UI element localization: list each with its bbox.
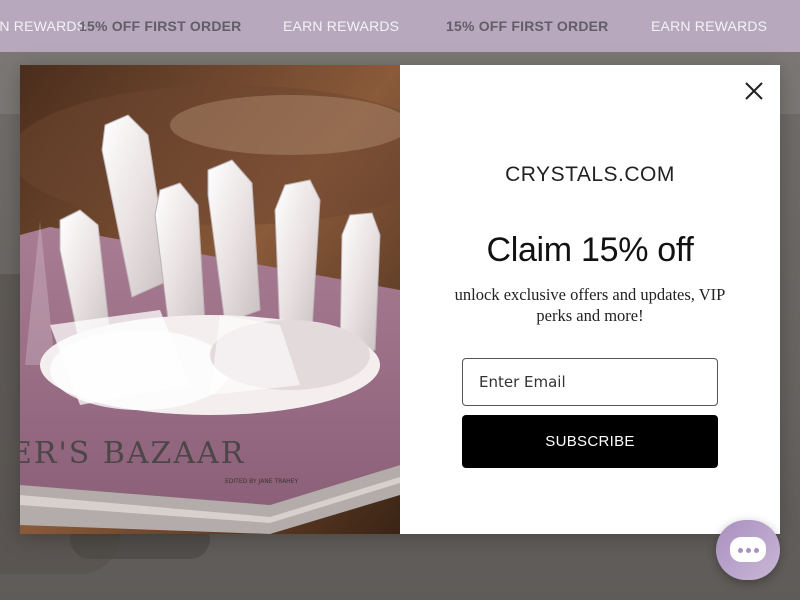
close-icon [745, 82, 763, 100]
offer-subtext: unlock exclusive offers and updates, VIP… [454, 285, 726, 325]
announcement-bar: EARN REWARDS 15% OFF FIRST ORDER EARN RE… [0, 0, 800, 52]
book-subtitle-text: EDITED BY JANE TRAHEY [225, 478, 298, 485]
brand-logo: CRYSTALS.COM [505, 163, 675, 186]
book-title-text: ER'S BAZAAR [20, 436, 245, 471]
signup-modal: ER'S BAZAAR EDITED BY JANE TRAHEY CRYSTA… [20, 65, 780, 534]
chat-button[interactable] [716, 520, 780, 580]
modal-content: CRYSTALS.COM Claim 15% off unlock exclus… [400, 65, 780, 534]
chat-bubble-icon [730, 537, 766, 562]
announcement-item: EARN REWARDS [0, 18, 87, 34]
close-button[interactable] [742, 79, 766, 103]
email-input[interactable] [462, 358, 718, 406]
subscribe-button[interactable]: SUBSCRIBE [462, 415, 718, 468]
announcement-item: 15% OFF FIRST ORDER [79, 18, 242, 34]
announcement-item: EARN REWARDS [651, 18, 768, 34]
announcement-item: EARN REWARDS [283, 18, 400, 34]
offer-headline: Claim 15% off [486, 231, 694, 269]
crystals-photo: ER'S BAZAAR EDITED BY JANE TRAHEY [20, 65, 400, 534]
announcement-item: 15% OFF FIRST ORDER [446, 18, 609, 34]
